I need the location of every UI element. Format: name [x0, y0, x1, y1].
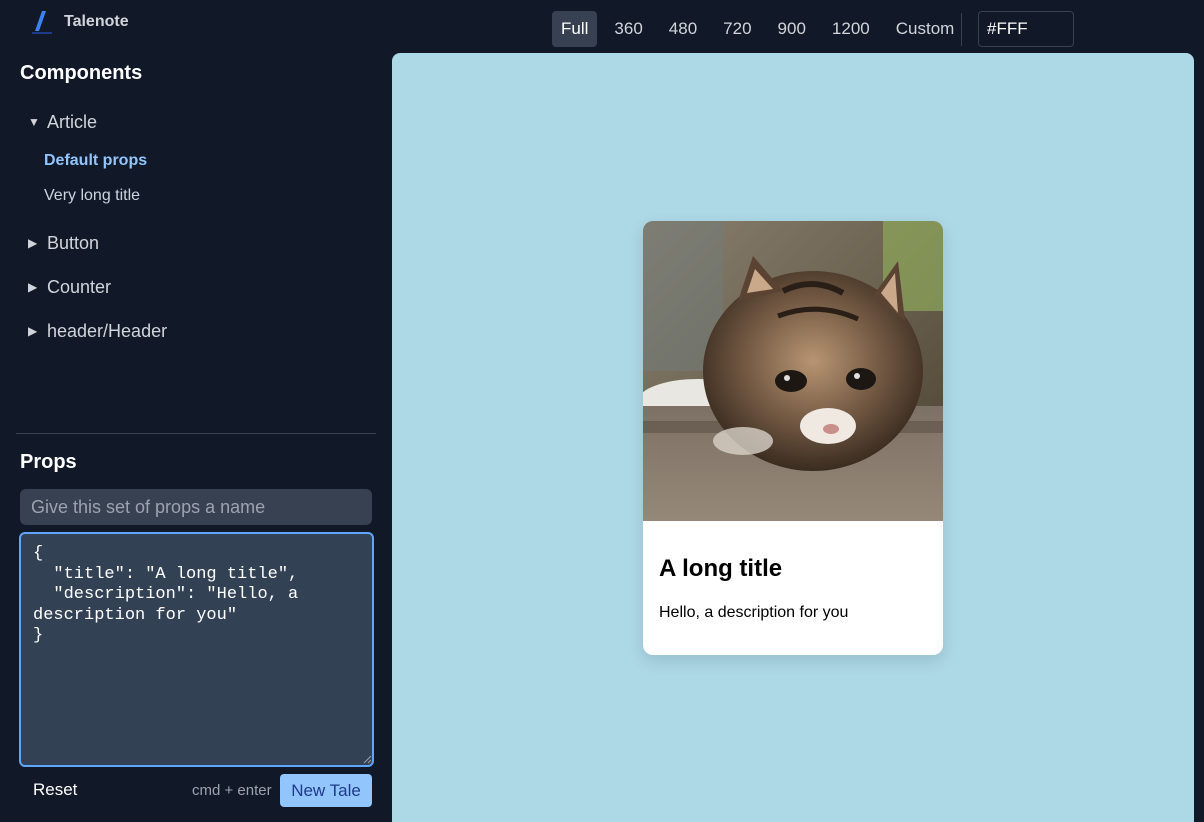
size-1200-button[interactable]: 1200	[823, 11, 879, 47]
props-json-editor[interactable]: { "title": "A long title", "description"…	[19, 532, 374, 767]
props-heading: Props	[20, 451, 77, 473]
reset-button[interactable]: Reset	[33, 780, 77, 800]
kitten-photo	[643, 221, 943, 521]
tree-item-label: Article	[47, 111, 98, 132]
article-card: A long title Hello, a description for yo…	[643, 221, 943, 655]
shortcut-hint: cmd + enter	[192, 782, 272, 799]
size-360-button[interactable]: 360	[605, 11, 651, 47]
talenote-logo-icon	[32, 11, 52, 34]
size-custom-button[interactable]: Custom	[887, 11, 964, 47]
tale-default-props[interactable]: Default props	[44, 152, 147, 170]
caret-down-icon: ▼	[28, 115, 40, 129]
tree-item-article[interactable]: ▼ Article	[28, 108, 97, 136]
toolbar-divider	[961, 13, 962, 46]
tale-very-long-title[interactable]: Very long title	[44, 187, 140, 205]
tree-item-label: Counter	[47, 276, 112, 297]
components-heading: Components	[20, 62, 143, 84]
tree-item-label: header/Header	[47, 320, 168, 341]
card-title: A long title	[659, 555, 783, 582]
size-480-button[interactable]: 480	[660, 11, 706, 47]
card-description: Hello, a description for you	[659, 604, 849, 621]
new-tale-button[interactable]: New Tale	[280, 774, 372, 807]
background-color-input[interactable]	[978, 11, 1074, 47]
sidebar: Talenote Components ▼ Article ▶ Button ▶…	[0, 0, 392, 822]
brand: Talenote	[30, 8, 129, 36]
tree-item-button[interactable]: ▶ Button	[28, 229, 99, 257]
tree-item-header[interactable]: ▶ header/Header	[28, 317, 167, 345]
size-full-button[interactable]: Full	[552, 11, 598, 47]
size-900-button[interactable]: 900	[769, 11, 815, 47]
props-name-input[interactable]	[20, 489, 372, 525]
caret-right-icon: ▶	[28, 324, 38, 338]
resize-handle-icon[interactable]	[362, 754, 372, 764]
viewport-size-toolbar: Full 360 480 720 900 1200 Custom	[552, 11, 971, 47]
preview-canvas: A long title Hello, a description for yo…	[392, 53, 1194, 822]
tree-item-label: Button	[47, 232, 100, 253]
size-720-button[interactable]: 720	[714, 11, 760, 47]
app-name: Talenote	[64, 13, 129, 30]
tree-item-counter[interactable]: ▶ Counter	[28, 273, 111, 301]
sidebar-divider	[16, 433, 376, 434]
caret-right-icon: ▶	[28, 236, 38, 250]
caret-right-icon: ▶	[28, 280, 38, 294]
